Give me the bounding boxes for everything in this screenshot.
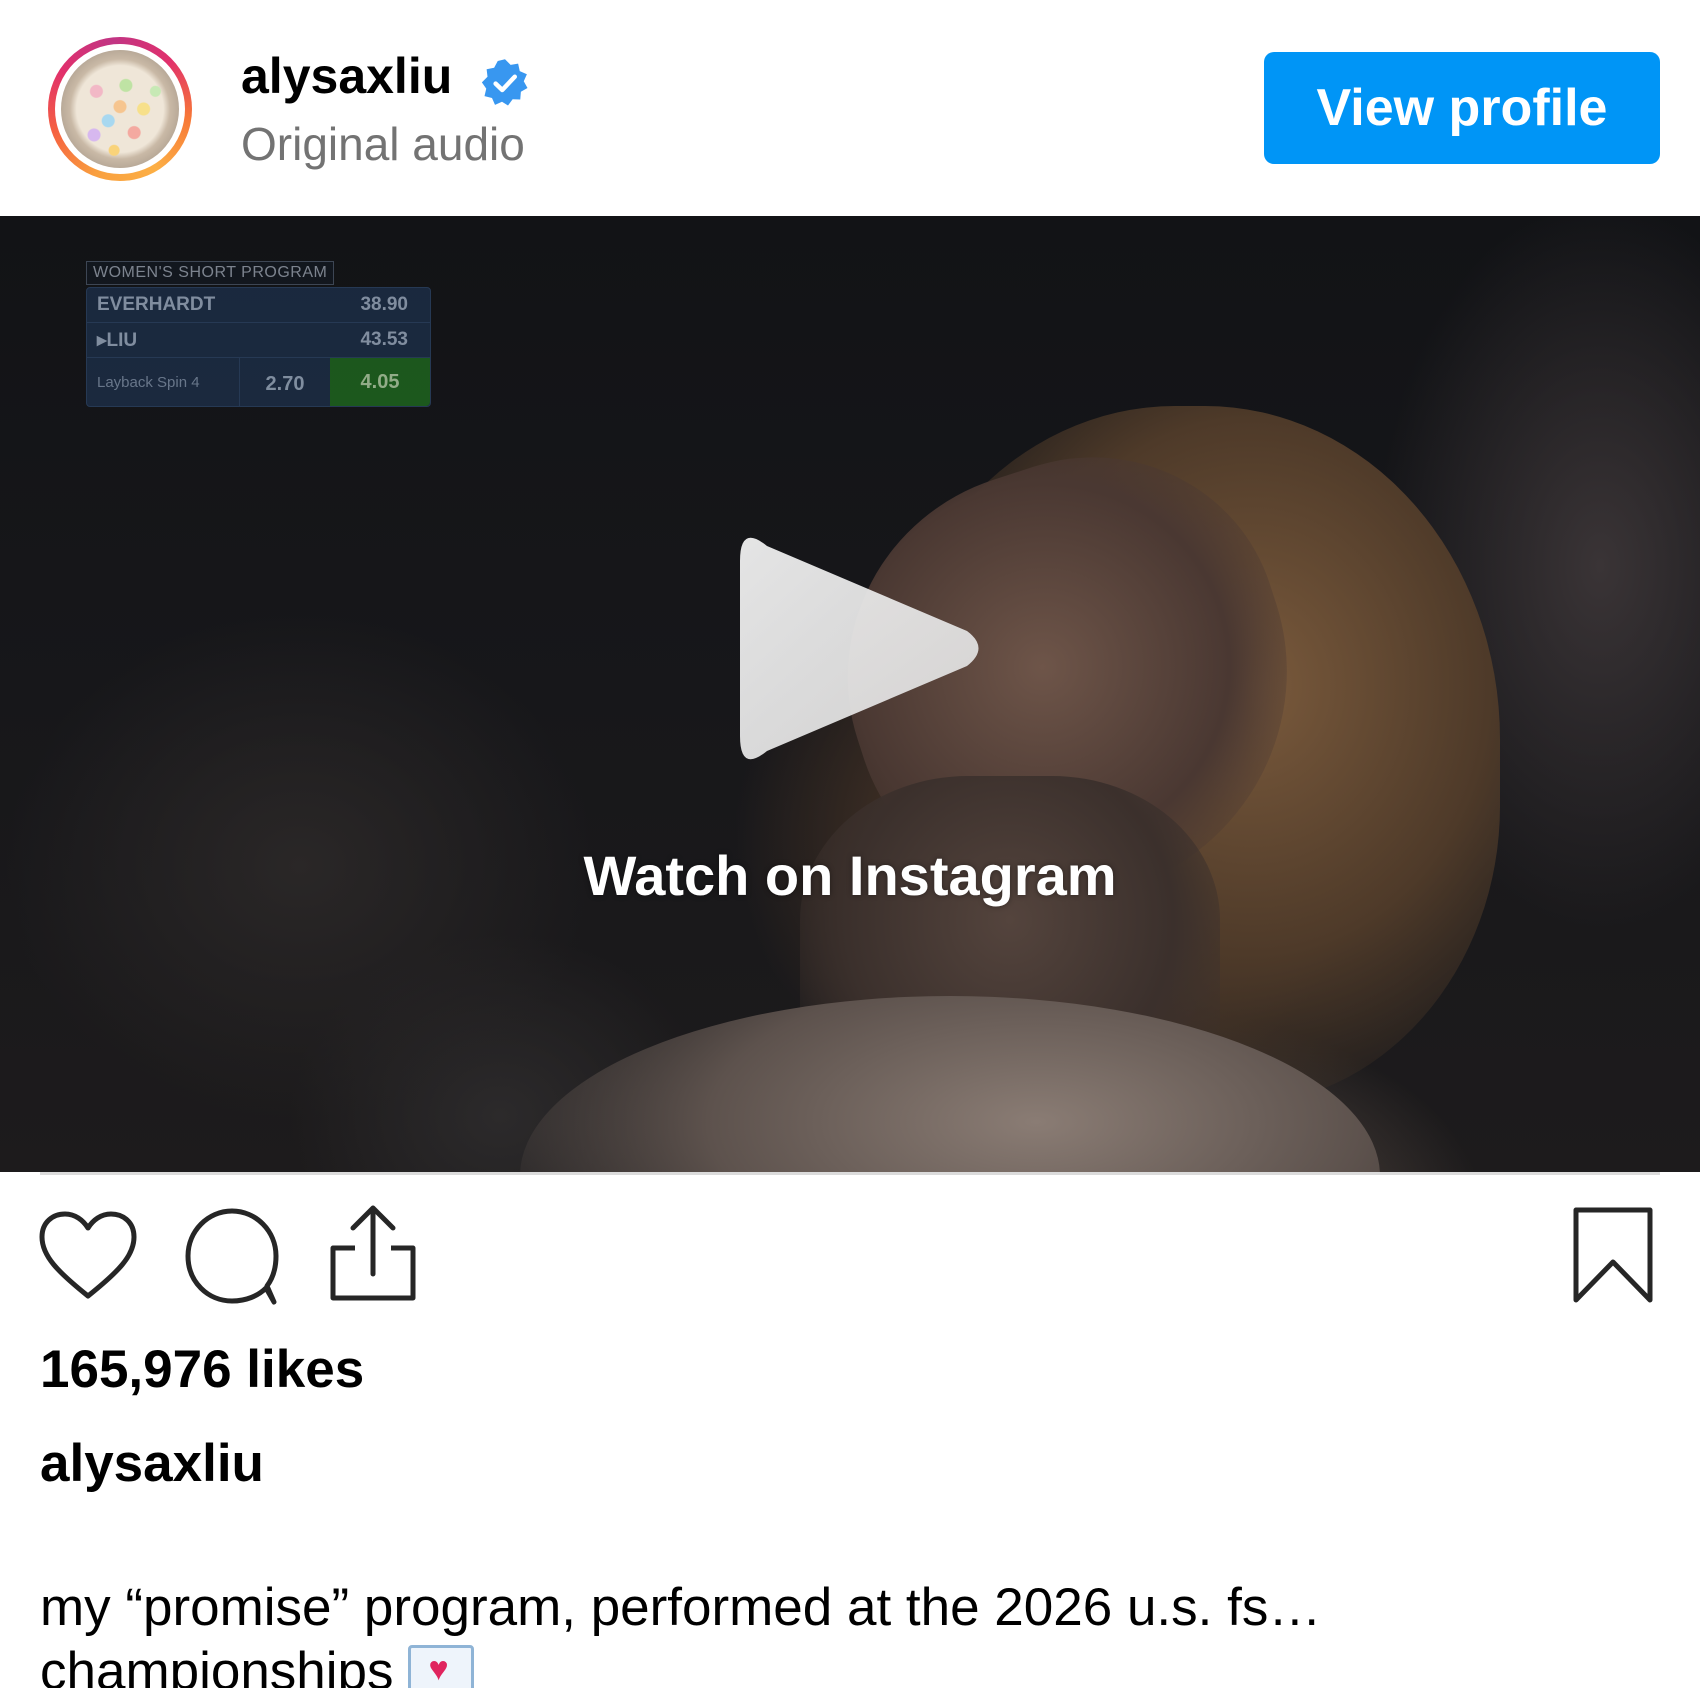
- audio-subtitle[interactable]: Original audio: [241, 114, 525, 174]
- element-base-value: 2.70: [239, 358, 330, 406]
- score-row: ▸LIU 43.53: [87, 323, 430, 358]
- caption-line: championships: [40, 1642, 394, 1688]
- video-thumbnail[interactable]: WOMEN'S SHORT PROGRAM EVERHARDT 38.90 ▸L…: [0, 216, 1700, 1172]
- element-row: Layback Spin 4 2.70 4.05: [87, 358, 430, 406]
- heart-icon[interactable]: [38, 1210, 138, 1302]
- post-header: alysaxliu Original audio View profile: [0, 0, 1700, 216]
- likes-count[interactable]: 165,976 likes: [40, 1338, 364, 1402]
- skater-name: LIU: [106, 329, 138, 351]
- verified-badge-icon: [481, 59, 528, 106]
- caption-line: my “promise” program, performed at the 2…: [40, 1578, 1322, 1637]
- score-overlay-title: WOMEN'S SHORT PROGRAM: [86, 261, 335, 285]
- caption-text: my “promise” program, performed at the 2…: [40, 1576, 1560, 1688]
- caption-username[interactable]: alysaxliu: [40, 1432, 264, 1496]
- bookmark-icon[interactable]: [1572, 1206, 1654, 1304]
- current-skater-marker-icon: ▸: [97, 329, 107, 351]
- share-icon[interactable]: [327, 1204, 419, 1304]
- skater-score: 43.53: [360, 329, 408, 350]
- view-profile-button[interactable]: View profile: [1264, 52, 1660, 164]
- love-letter-emoji-icon: [407, 1645, 474, 1688]
- divider: [40, 1172, 1660, 1175]
- comment-icon[interactable]: [182, 1206, 282, 1306]
- avatar-image: [61, 50, 179, 168]
- instagram-embed: alysaxliu Original audio View profile WO…: [0, 0, 1700, 1688]
- skater-score: 38.90: [360, 294, 408, 315]
- score-row: EVERHARDT 38.90: [87, 288, 430, 323]
- avatar[interactable]: [48, 37, 192, 181]
- header-username[interactable]: alysaxliu: [241, 44, 452, 108]
- element-name: Layback Spin 4: [97, 373, 200, 391]
- element-total-value: 4.05: [330, 358, 430, 406]
- skater-name: EVERHARDT: [97, 294, 216, 315]
- score-overlay: WOMEN'S SHORT PROGRAM EVERHARDT 38.90 ▸L…: [86, 261, 431, 407]
- play-icon[interactable]: [735, 516, 990, 781]
- watch-on-instagram-link[interactable]: Watch on Instagram: [0, 844, 1700, 908]
